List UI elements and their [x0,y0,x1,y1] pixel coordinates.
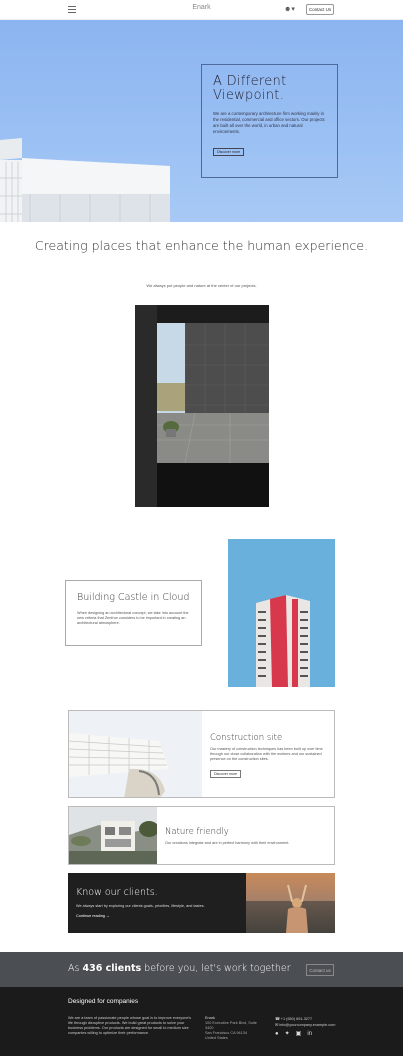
footer-email[interactable]: info@yourcompany.example.com [279,1023,335,1027]
construction-discover-button[interactable]: Discover more [210,770,242,778]
construction-card: Construction site Our mastery of constru… [68,710,335,798]
nature-title: Nature friendly [165,827,229,837]
doorway-image [135,305,269,507]
intro-subtext: We always put people and nature at the c… [146,283,257,288]
hero-card: A Different Viewpoint. We are a contempo… [201,64,338,178]
github-icon[interactable]: ● [275,1031,279,1037]
building-image [0,138,170,222]
castle-card: Building Castle in Cloud When designing … [65,580,202,646]
footer-contact: ☎ +1 (650) 691-3277 ✉ info@yourcompany.e… [275,1016,335,1028]
clients-count: 436 clients [82,963,142,974]
nature-text: Our creations integrate and are in perfe… [165,841,290,845]
footer-address: Enark 100 Executive Park Blvd, Suite 340… [205,1016,257,1040]
cta-banner: As 436 clients before you, let's work to… [0,952,403,987]
clients-text: We always start by exploring our clients… [76,904,205,908]
continue-reading-link[interactable]: Continue reading → [76,914,110,918]
discover-more-button[interactable]: Discover more [213,148,245,156]
linkedin-icon[interactable]: in [307,1031,312,1037]
footer-text: We are a team of passionate people whose… [68,1016,192,1035]
contact-us-button[interactable]: Contact Us [306,4,334,15]
clients-image [246,873,335,933]
brand-logo[interactable]: Enark [0,4,403,11]
hero-section: A Different Viewpoint. We are a contempo… [0,20,403,222]
instagram-icon[interactable]: ▣ [296,1031,302,1037]
user-icon[interactable]: ☻▾ [284,5,295,13]
tower-image [228,539,335,687]
clients-card: Know our clients. We always start by exp… [68,873,335,933]
castle-title: Building Castle in Cloud [77,592,190,603]
nature-card: Nature friendly Our creations integrate … [68,806,335,865]
footer-phone[interactable]: +1 (650) 691-3277 [281,1017,312,1021]
construction-image [69,711,202,797]
nature-image [69,807,157,864]
footer [0,987,403,1056]
hero-title: A Different Viewpoint. [213,74,287,103]
banner-contact-button[interactable]: Contact us [306,964,334,976]
construction-text: Our mastery of construction techniques h… [210,747,323,761]
castle-text: When designing an architectural concept,… [77,611,189,625]
clients-title: Know our clients. [76,887,158,898]
banner-text: As 436 clients before you, let's work to… [68,963,291,974]
twitter-icon[interactable]: ✦ [285,1031,290,1037]
navbar: Enark ☻▾ Contact Us [0,0,403,20]
footer-title: Designed for companies [68,998,139,1005]
construction-title: Construction site [210,733,283,743]
social-links: ● ✦ ▣ in [275,1030,318,1037]
hero-text: We are a contemporary architecture firm … [213,111,325,134]
intro-heading: Creating places that enhance the human e… [34,238,369,253]
